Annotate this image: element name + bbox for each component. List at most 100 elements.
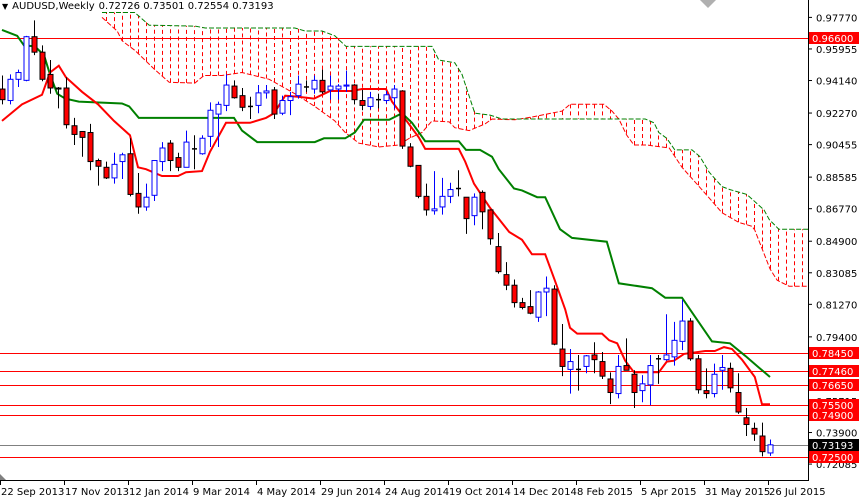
candle-body [431,208,438,212]
candle [351,84,358,105]
candle-body [391,88,398,99]
candle-body [495,246,502,273]
candle [207,102,214,147]
candle-body [87,132,94,163]
symbol-timeframe: AUDUSD,Weekly [12,1,95,12]
candle [271,86,278,119]
price-chart[interactable]: 0.97770 0.95955 0.94140 0.92270 0.90455 0.885… [0,0,859,500]
candle-body [671,339,678,358]
candle [703,368,710,399]
candle [367,91,374,110]
candle-body [15,72,22,80]
candle [95,158,102,186]
time-axis[interactable]: 22 Sep 2013 17 Nov 2013 12 Jan 2014 9 Mar 2… [0,480,826,498]
date-tick-label: 31 May 2015 [705,487,770,498]
candle [687,318,694,361]
candle-body [535,291,542,318]
candle [63,77,70,129]
candle-body [239,95,246,108]
candle-body [415,164,422,197]
candle [295,75,302,99]
candle-body [631,373,638,394]
candle-body [143,196,150,208]
price-tick-label: 0.92270 [816,109,857,120]
candle [615,354,622,399]
candle-body [679,320,686,342]
candle [439,177,446,215]
candle-body [687,320,694,360]
price-tick-label: 0.88585 [816,173,857,184]
price-axis[interactable]: 0.97770 0.95955 0.94140 0.92270 0.90455 0.885… [808,13,859,471]
candle-body [311,79,318,90]
candle-body [103,166,110,179]
candle-body [287,96,294,102]
price-tick-label: 0.95955 [816,45,857,56]
date-tick-label: 17 Nov 2013 [65,487,129,498]
candle [727,362,734,393]
candle [647,354,654,406]
candle [319,69,326,94]
candle-body [359,100,366,106]
candle-body [95,160,102,167]
candle [543,276,550,317]
candle-body [511,284,518,304]
candle-body [711,373,718,395]
candle-body [407,146,414,167]
candle-body [719,366,726,371]
candle [583,354,590,374]
candle [599,352,606,379]
candle-body [743,417,750,426]
candle [167,140,174,172]
candle-body [423,195,430,211]
candle [231,80,238,99]
price-tick-label: 0.73900 [816,429,857,440]
candle [248,96,253,119]
candle-body [159,147,166,163]
candle [631,370,638,408]
candle [399,90,406,149]
candle-body [607,378,614,394]
date-tick-label: 8 Feb 2015 [577,487,633,498]
dropdown-triangle-icon[interactable]: ▼ [2,2,8,11]
date-tick-label: 5 Apr 2015 [641,487,696,498]
candle [607,372,614,405]
candle [192,135,197,170]
candle [47,60,54,94]
candle-body [367,97,374,107]
candle-body [215,103,222,115]
date-tick-label: 24 Aug 2014 [385,487,449,498]
level-price-label: 0.72500 [812,453,853,464]
candle [15,69,22,87]
candles [0,20,774,457]
candle-body [503,274,510,286]
candle [199,135,206,155]
level-price-label: 0.78450 [812,349,853,360]
candle [471,193,478,226]
candle-body [751,427,758,435]
indicator-lines [1,28,771,406]
level-price-label: 0.74900 [812,411,853,422]
candle-body [255,92,262,106]
candle [719,354,726,390]
candle-body [519,302,526,308]
candle [175,152,182,172]
candle-body [175,157,182,168]
candle [503,262,510,291]
chart-shift-icon[interactable] [700,0,716,8]
candle [223,74,230,112]
price-tick-label: 0.94140 [816,77,857,88]
price-tick-label: 0.86770 [816,205,857,216]
candle-body [223,84,230,106]
candle [519,297,526,310]
candle-body [767,444,774,454]
candle-body [295,83,302,97]
candle-body [351,84,358,101]
candle-body [647,365,654,386]
candle-body [7,78,14,102]
candle [304,80,309,92]
candle-body [39,51,46,80]
candle-body [183,141,190,168]
candle [695,354,702,394]
candle [479,190,486,230]
price-tick-label: 0.83085 [816,269,857,280]
